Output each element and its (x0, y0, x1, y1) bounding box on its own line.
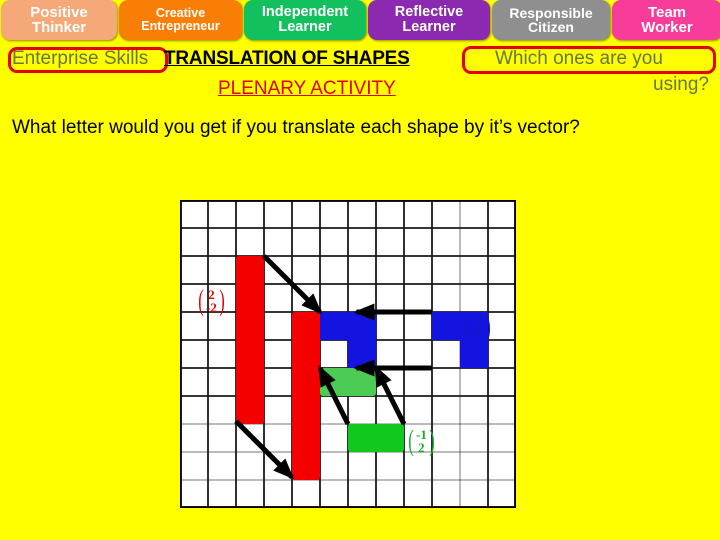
title-row: Enterprise Skills TRANSLATION OF SHAPES … (0, 42, 720, 106)
skill-label-line1: Reflective (394, 4, 464, 21)
skill-label-line2: Thinker (31, 19, 87, 36)
skill-label-line1: Independent (261, 4, 349, 21)
skill-label-line1: Team (647, 3, 687, 21)
red-arrow-lower (234, 419, 295, 480)
translation-arrows-layer (234, 254, 432, 480)
skill-button-reflective-learner[interactable]: Reflective Learner (368, 0, 490, 40)
skill-label-line2: Entrepreneur (141, 19, 220, 33)
translation-grid-board: (2 -2) (-3 0) (-1 2) (180, 200, 516, 508)
skills-bar: Positive Thinker Creative Entrepreneur I… (0, 0, 720, 40)
skill-button-responsible-citizen[interactable]: Responsible Citizen (492, 0, 610, 40)
red-arrow-upper (262, 254, 323, 315)
skill-label-line2: Citizen (528, 19, 574, 35)
skill-button-team-worker[interactable]: Team Worker (612, 0, 720, 40)
which-ones-label-line2: using? (653, 74, 709, 95)
skill-label-line2: Learner (278, 19, 332, 35)
question-text: What letter would you get if you transla… (12, 117, 580, 138)
plenary-activity-subtitle: PLENARY ACTIVITY (218, 78, 396, 99)
skill-button-creative-entrepreneur[interactable]: Creative Entrepreneur (119, 0, 242, 40)
skill-label-line2: Worker (641, 19, 693, 36)
green-arrow-right (373, 365, 407, 426)
skill-label-line1: Positive (30, 3, 88, 21)
which-ones-label-line1: Which ones are you (495, 48, 663, 69)
page-title: TRANSLATION OF SHAPES (164, 48, 410, 69)
enterprise-skills-label: Enterprise Skills (12, 48, 149, 69)
skill-button-positive-thinker[interactable]: Positive Thinker (1, 0, 117, 40)
green-arrow-left (317, 365, 351, 426)
skill-button-independent-learner[interactable]: Independent Learner (244, 0, 366, 40)
skill-label-line2: Learner (402, 19, 456, 35)
skill-label-line1: Responsible (509, 4, 593, 21)
